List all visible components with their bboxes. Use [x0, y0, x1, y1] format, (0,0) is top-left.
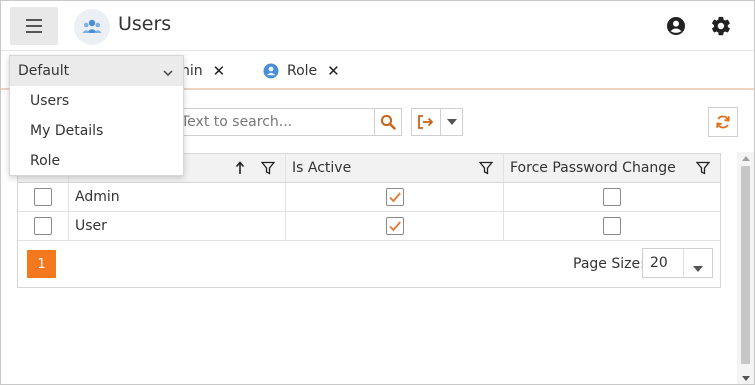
- export-dropdown-button[interactable]: [441, 108, 463, 136]
- search-input[interactable]: Text to search...: [170, 108, 374, 136]
- navigation-dropdown-menu: Default Users My Details Role: [9, 55, 184, 176]
- dropdown-selected[interactable]: Default: [10, 56, 183, 86]
- column-header-force-password-change[interactable]: Force Password Change: [504, 154, 720, 182]
- name-cell: User: [69, 212, 286, 240]
- export-button[interactable]: [411, 108, 441, 136]
- menu-item-role[interactable]: Role: [10, 146, 183, 176]
- name-cell: Admin: [69, 183, 286, 211]
- close-icon[interactable]: ✕: [327, 62, 340, 80]
- page-title: Users: [118, 13, 172, 35]
- export-icon: [418, 115, 434, 129]
- vertical-scrollbar[interactable]: [737, 152, 754, 384]
- is-active-checkbox-checked[interactable]: [385, 217, 404, 235]
- tab-label: nin: [181, 63, 203, 79]
- tab-admin[interactable]: nin ✕: [181, 52, 225, 90]
- caret-down-icon: [693, 260, 703, 276]
- close-icon[interactable]: ✕: [213, 62, 226, 80]
- filter-icon[interactable]: [478, 161, 494, 175]
- scrollbar-thumb[interactable]: [741, 166, 750, 364]
- search-icon: [380, 114, 396, 130]
- search-button[interactable]: [374, 108, 402, 136]
- table-row[interactable]: Admin: [18, 183, 720, 212]
- menu-button[interactable]: [10, 7, 58, 45]
- is-active-checkbox-checked[interactable]: [385, 188, 404, 206]
- force-password-change-checkbox[interactable]: [603, 217, 621, 235]
- row-select-checkbox[interactable]: [34, 188, 52, 206]
- tab-role[interactable]: Role ✕: [263, 52, 340, 90]
- role-icon: [263, 63, 279, 79]
- row-select-checkbox[interactable]: [34, 217, 52, 235]
- filter-icon[interactable]: [695, 161, 711, 175]
- app-header: Users: [1, 1, 754, 51]
- column-header-is-active[interactable]: Is Active: [286, 154, 504, 182]
- page-size-value: 20: [650, 255, 668, 271]
- users-group-icon: [74, 9, 110, 45]
- force-password-change-cell: [504, 212, 720, 240]
- chevron-down-icon: [163, 66, 173, 77]
- account-circle-icon[interactable]: [666, 16, 686, 36]
- menu-item-users[interactable]: Users: [10, 86, 183, 116]
- filter-icon[interactable]: [260, 161, 276, 175]
- sort-ascending-icon[interactable]: [235, 161, 245, 175]
- force-password-change-checkbox[interactable]: [603, 188, 621, 206]
- is-active-cell: [286, 212, 504, 240]
- caret-down-icon: [446, 119, 457, 125]
- scroll-up-arrow-icon[interactable]: [742, 156, 750, 161]
- scroll-down-arrow-icon[interactable]: [742, 376, 750, 381]
- page-size-select[interactable]: 20: [642, 248, 713, 278]
- tab-label: Role: [287, 63, 318, 79]
- pager: 1 Page Size: 20: [18, 241, 720, 287]
- gear-icon[interactable]: [710, 15, 732, 37]
- refresh-icon: [716, 115, 730, 129]
- table-row[interactable]: User: [18, 212, 720, 241]
- hamburger-menu-icon: [26, 19, 42, 21]
- page-button-current[interactable]: 1: [27, 250, 56, 278]
- is-active-cell: [286, 183, 504, 211]
- refresh-button[interactable]: [708, 107, 738, 137]
- page-size-label: Page Size:: [573, 256, 645, 272]
- force-password-change-cell: [504, 183, 720, 211]
- menu-item-my-details[interactable]: My Details: [10, 116, 183, 146]
